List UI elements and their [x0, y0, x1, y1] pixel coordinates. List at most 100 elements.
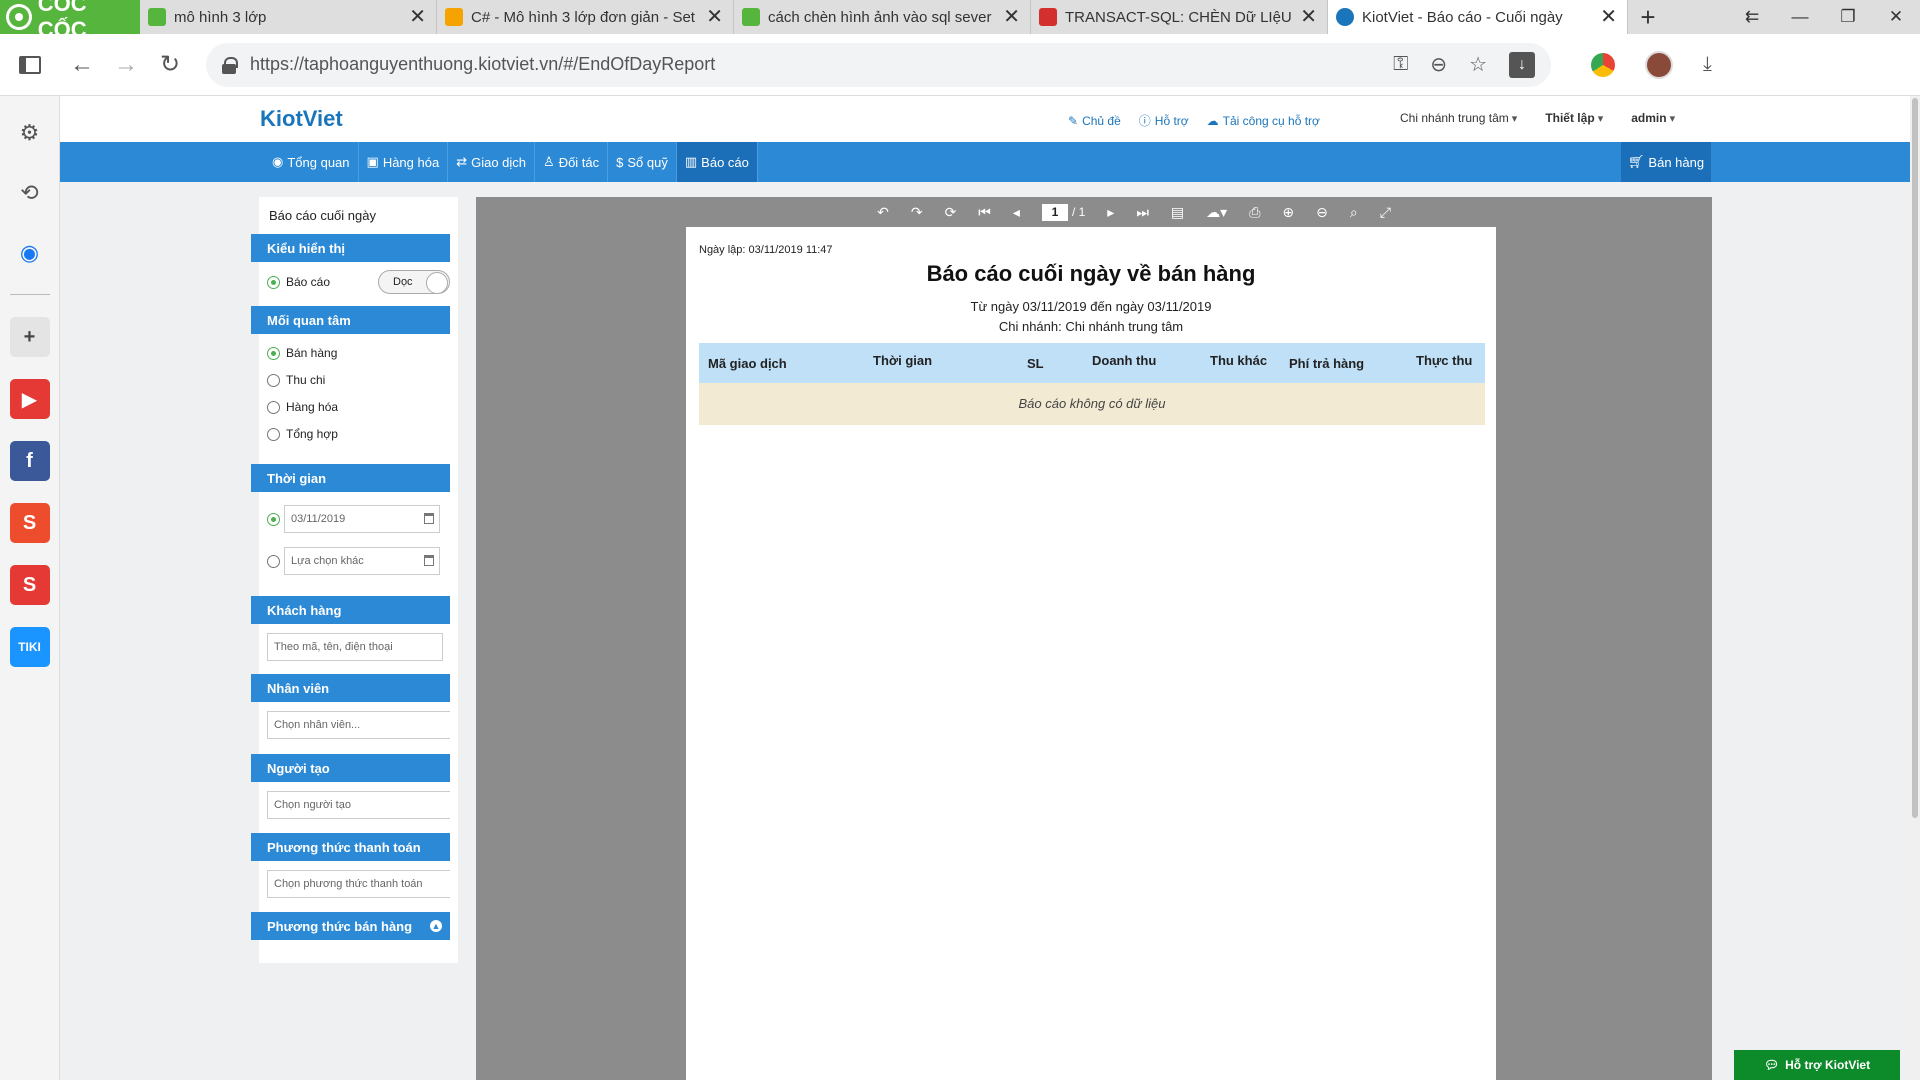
profile-avatar[interactable] [1645, 50, 1673, 79]
add-shortcut-icon[interactable]: + [9, 317, 50, 357]
print-icon[interactable]: ⎙ [1249, 204, 1260, 221]
messenger-icon[interactable]: ◉ [11, 234, 49, 272]
staff-select[interactable]: Chọn nhân viên... [267, 711, 450, 739]
customer-header: Khách hàng [251, 596, 450, 624]
creator-select[interactable]: Chọn người tạo [267, 791, 450, 819]
nav-cashbook[interactable]: $ Sổ quỹ [608, 142, 677, 182]
report-date-range: Từ ngày 03/11/2019 đến ngày 03/11/2019 [970, 299, 1212, 314]
tab-close-icon[interactable]: ✕ [409, 7, 426, 27]
restore-button[interactable]: ❐ [1824, 0, 1872, 34]
facebook-icon[interactable]: f [9, 441, 50, 481]
document-icon[interactable]: ▤ [1171, 204, 1184, 221]
undo-icon[interactable]: ↶ [877, 204, 889, 221]
close-window-button[interactable]: ✕ [1872, 0, 1920, 34]
tiki-icon[interactable]: TIKI [9, 627, 50, 667]
concern-summary-radio[interactable] [267, 427, 280, 441]
chat-icon: 💬︎ [1763, 1058, 1780, 1072]
sales-method-header[interactable]: Phương thức bán hàng ▲ [251, 912, 450, 940]
nav-products[interactable]: ▣ Hàng hóa [359, 142, 449, 182]
kiotviet-logo[interactable]: KiotViet [260, 106, 343, 132]
coccoc-logo[interactable]: CỐC CỐC [0, 0, 140, 42]
minimize-button[interactable]: — [1776, 0, 1824, 34]
tab-close-icon[interactable]: ✕ [1003, 7, 1020, 27]
sell-button[interactable]: 🛒︎ Bán hàng [1621, 142, 1711, 182]
date-other-input[interactable]: Lựa chọn khác [284, 547, 440, 575]
browser-tab-active[interactable]: KiotViet - Báo cáo - Cuối ngày ✕ [1328, 0, 1628, 34]
cloud-export-icon[interactable]: ☁▾ [1206, 204, 1227, 221]
date-input[interactable]: 03/11/2019 [284, 505, 440, 533]
bookmark-star-icon[interactable]: ☆ [1469, 52, 1487, 77]
shopee-icon[interactable]: S [9, 503, 50, 543]
page-total: / 1 [1071, 205, 1086, 219]
download-icon[interactable]: ↓ [1509, 51, 1535, 78]
help-link[interactable]: ⓘ Hỗ trợ [1139, 112, 1189, 129]
payment-method-select[interactable]: Chọn phương thức thanh toán [267, 870, 450, 898]
concern-sales-radio[interactable] [267, 346, 280, 360]
sidebar-divider [9, 294, 50, 295]
url-text[interactable]: https://taphoanguyenthuong.kiotviet.vn/#… [250, 54, 1379, 75]
concern-cashflow-radio[interactable] [267, 373, 280, 387]
browser-tab-4[interactable]: TRANSACT-SQL: CHÈN Dữ LIệU H ✕ [1031, 0, 1328, 34]
customer-search-input[interactable]: Theo mã, tên, điện thoại [267, 633, 443, 661]
nav-partners[interactable]: ♙ Đối tác [535, 142, 609, 182]
tab-close-icon[interactable]: ✕ [1300, 7, 1317, 27]
tab-close-icon[interactable]: ✕ [1600, 7, 1617, 27]
history-icon[interactable]: ⟲ [11, 174, 49, 212]
concern-goods-radio[interactable] [267, 400, 280, 414]
report-title: Báo cáo cuối ngày về bán hàng [926, 261, 1256, 286]
support-chat-button[interactable]: 💬︎ Hỗ trợ KiotViet [1734, 1050, 1900, 1080]
last-page-icon[interactable]: ⏭ [1136, 204, 1149, 221]
date-fixed-radio[interactable] [267, 512, 280, 526]
browser-tab-2[interactable]: C# - Mô hình 3 lớp đơn giản - Set ✕ [437, 0, 734, 34]
chevron-up-icon[interactable]: ▲ [430, 920, 442, 932]
address-bar[interactable]: https://taphoanguyenthuong.kiotviet.vn/#… [206, 42, 1551, 87]
col-actual-collected: Thực thu [1416, 353, 1473, 368]
date-other-radio[interactable] [267, 554, 280, 568]
nav-transactions[interactable]: ⇄ Giao dịch [448, 142, 536, 182]
reload-button[interactable]: ↻ [148, 43, 192, 87]
zoom-in-icon[interactable]: ⊕ [1282, 204, 1294, 221]
prev-page-icon[interactable]: ◂ [1013, 204, 1020, 221]
next-page-icon[interactable]: ▸ [1107, 204, 1114, 221]
tab-search-icon[interactable]: ⇇ [1728, 0, 1776, 34]
user-menu[interactable]: admin [1631, 111, 1675, 125]
display-report-radio[interactable] [267, 275, 280, 289]
nav-overview[interactable]: ◉ Tổng quan [264, 142, 359, 182]
sendo-icon[interactable]: S [9, 565, 50, 605]
new-tab-button[interactable]: + [1628, 0, 1668, 34]
back-button[interactable]: ← [60, 43, 104, 87]
refresh-icon[interactable]: ⟳ [945, 204, 957, 221]
viewer-scrollbar[interactable] [1704, 227, 1712, 1080]
settings-menu[interactable]: Thiết lập [1545, 111, 1603, 125]
time-header: Thời gian [251, 464, 450, 492]
orientation-toggle[interactable]: Dọc [378, 270, 450, 294]
browser-tab-3[interactable]: cách chèn hình ảnh vào sql sever ✕ [734, 0, 1031, 34]
forward-button[interactable]: → [104, 43, 148, 87]
nav-reports[interactable]: ▥ Báo cáo [676, 142, 758, 182]
zoom-out-icon[interactable]: ⊖ [1316, 204, 1328, 221]
settings-gear-icon[interactable]: ⚙ [11, 114, 49, 152]
download-tools-link[interactable]: ☁ Tải công cụ hỗ trợ [1207, 112, 1320, 129]
tab-title: KiotViet - Báo cáo - Cuối ngày [1362, 8, 1563, 26]
first-page-icon[interactable]: ⏮ [978, 204, 991, 221]
zoom-icon[interactable]: ⊖ [1430, 52, 1447, 77]
browser-tab-1[interactable]: mô hình 3 lớp ✕ [140, 0, 437, 34]
downloads-icon[interactable]: ⤓ [1703, 53, 1712, 76]
calendar-icon[interactable] [424, 555, 434, 566]
redo-icon[interactable]: ↷ [911, 204, 923, 221]
tab-title: C# - Mô hình 3 lớp đơn giản - Set [471, 8, 695, 26]
calendar-icon[interactable] [424, 513, 434, 524]
sidebar-toggle-icon[interactable] [0, 55, 60, 74]
coccoc-extension-icon[interactable] [1591, 52, 1615, 77]
theme-link[interactable]: ✎ Chủ đề [1068, 112, 1121, 129]
tab-close-icon[interactable]: ✕ [706, 7, 723, 27]
search-icon[interactable]: ⌕ [1350, 204, 1358, 221]
youtube-icon[interactable]: ▶ [9, 379, 50, 419]
page-scrollbar[interactable] [1910, 96, 1920, 1080]
branch-menu[interactable]: Chi nhánh trung tâm [1400, 111, 1517, 125]
page-scrollbar-thumb[interactable] [1912, 98, 1918, 818]
page-number-input[interactable]: 1 [1041, 203, 1068, 221]
tab-title: mô hình 3 lớp [174, 8, 267, 26]
key-icon[interactable]: ⚿ [1393, 53, 1408, 76]
fullscreen-icon[interactable]: ⤢ [1380, 204, 1391, 221]
